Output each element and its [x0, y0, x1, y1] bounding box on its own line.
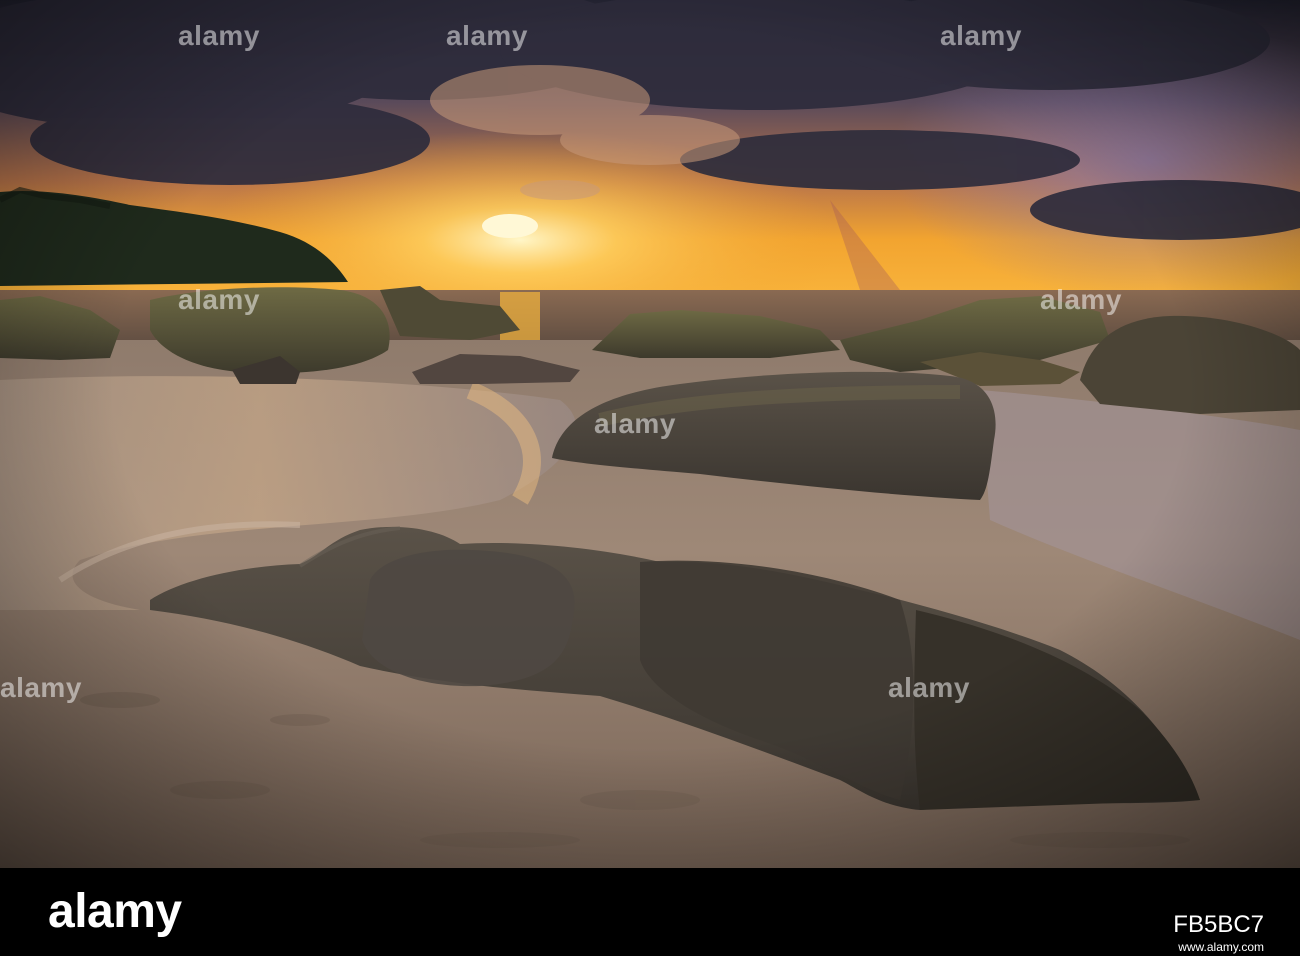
watermark: alamy [888, 672, 970, 703]
footer-bar [0, 868, 1300, 956]
watermark: alamy [940, 20, 1022, 51]
watermark: alamy [178, 284, 260, 315]
alamy-logo: alamy [48, 885, 182, 938]
image-id: FB5BC7 [1173, 911, 1264, 938]
watermark: alamy [0, 672, 82, 703]
watermark: alamy [1040, 284, 1122, 315]
watermark: alamy [178, 20, 260, 51]
footer-url: www.alamy.com [1178, 940, 1264, 954]
watermark: alamy [446, 20, 528, 51]
watermark: alamy [594, 408, 676, 439]
